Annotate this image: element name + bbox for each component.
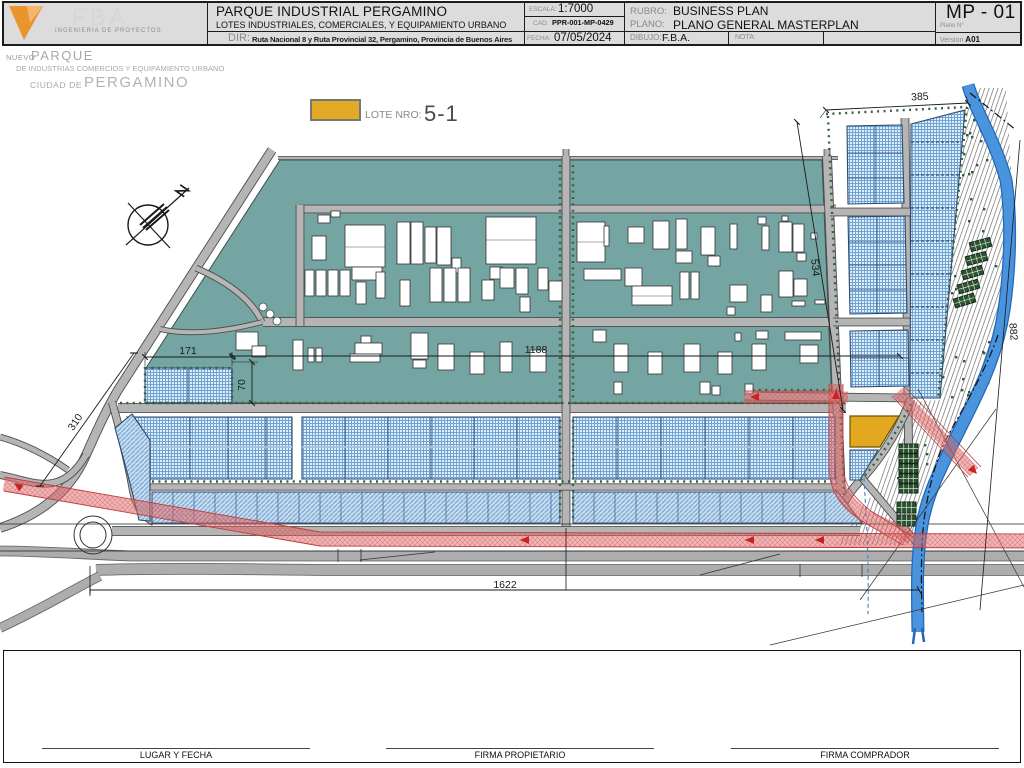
svg-text:310: 310 xyxy=(66,412,86,433)
svg-text:385: 385 xyxy=(911,91,929,104)
svg-text:882: 882 xyxy=(1006,322,1019,341)
svg-text:1188: 1188 xyxy=(525,344,548,356)
svg-text:1622: 1622 xyxy=(493,579,517,591)
svg-text:534: 534 xyxy=(808,258,822,277)
svg-text:171: 171 xyxy=(179,345,197,357)
svg-text:70: 70 xyxy=(236,379,248,391)
